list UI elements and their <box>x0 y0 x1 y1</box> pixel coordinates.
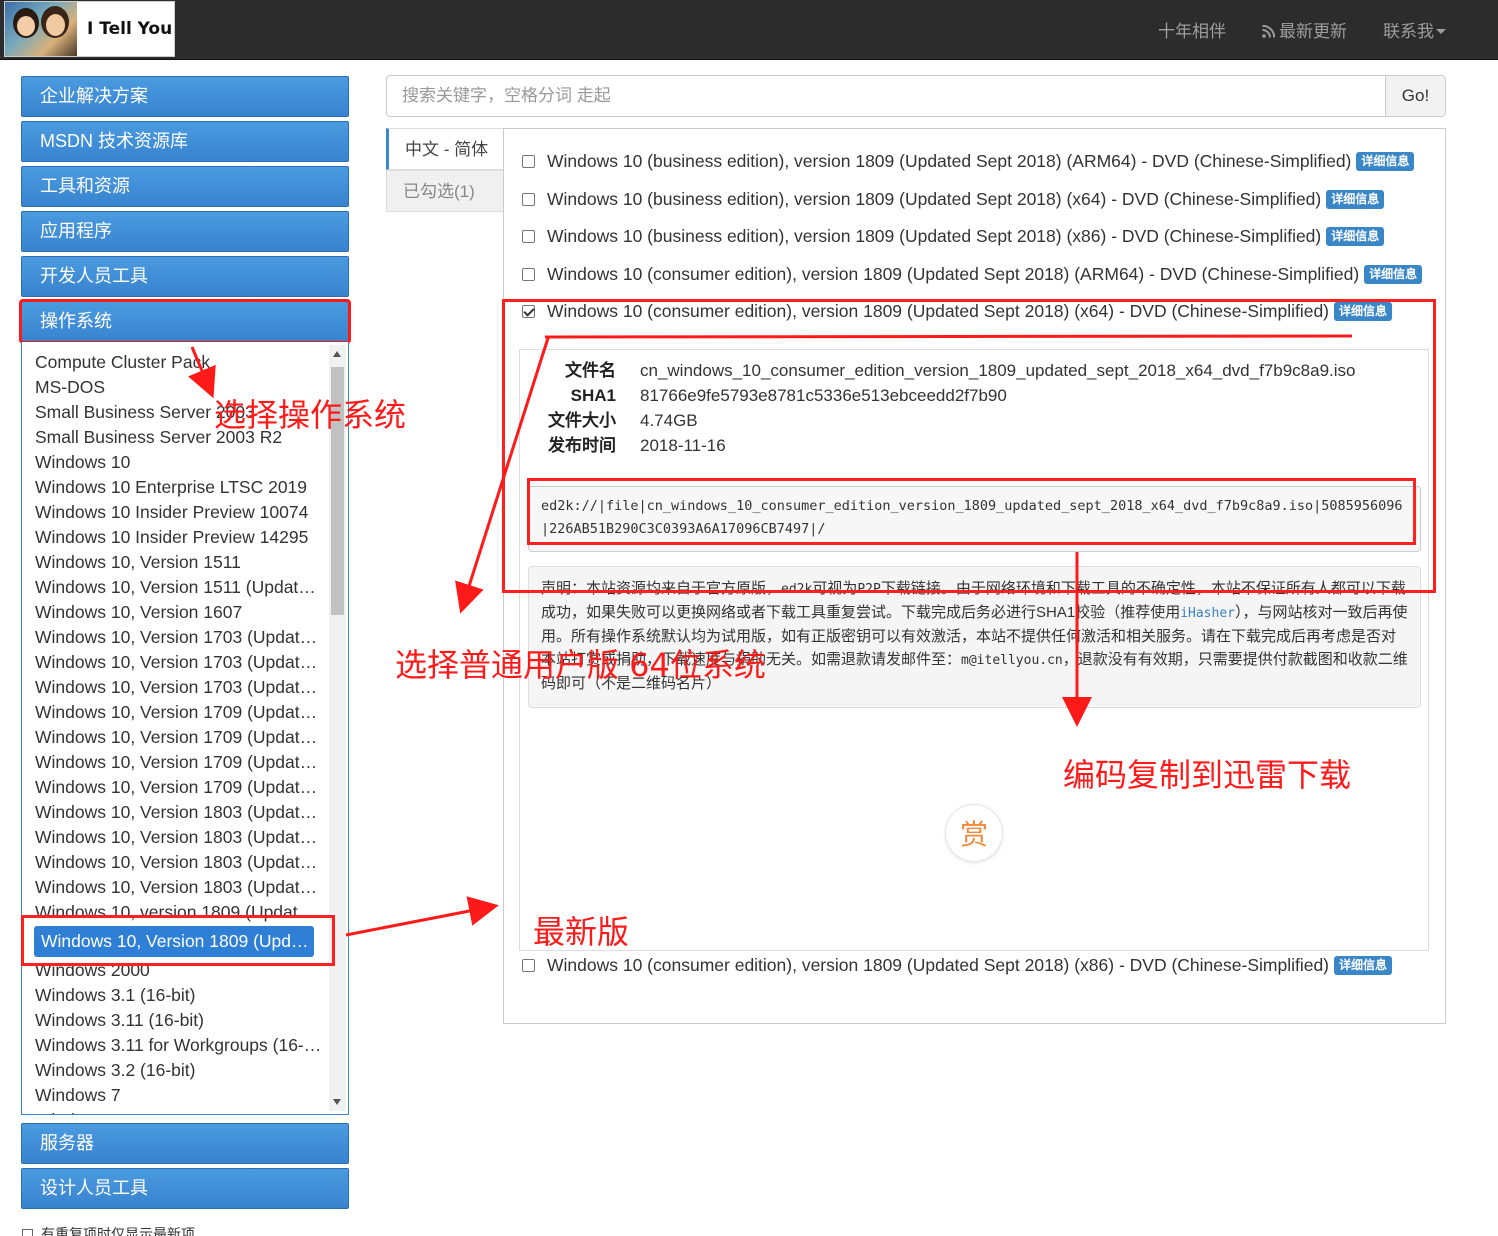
nav-link-contact-label: 联系我 <box>1383 21 1434 41</box>
os-list-item[interactable]: Windows 10, Version 1803 (Updated March … <box>22 800 322 825</box>
detail-info-badge[interactable]: 详细信息 <box>1364 265 1423 284</box>
os-list-item[interactable]: Windows 10, Version 1709 (Updated Nov 20… <box>22 725 322 750</box>
file-label[interactable]: Windows 10 (business edition), version 1… <box>547 189 1321 210</box>
os-list-item[interactable]: Windows 10 Enterprise LTSC 2019 <box>22 475 322 500</box>
file-checkbox[interactable] <box>522 230 535 243</box>
os-list-item[interactable]: Windows 10, Version 1703 (Updated March … <box>22 625 322 650</box>
scroll-down-icon[interactable] <box>333 1099 341 1105</box>
os-list-item[interactable]: Windows 10, Version 1703 (Updated June 2… <box>22 650 322 675</box>
file-checkbox[interactable] <box>522 959 535 972</box>
detail-info-badge[interactable]: 详细信息 <box>1334 956 1393 975</box>
file-row[interactable]: Windows 10 (business edition), version 1… <box>522 189 1385 210</box>
os-list-item[interactable]: Windows 3.2 (16-bit) <box>22 1058 322 1083</box>
os-list-item[interactable]: Windows 10, Version 1607 <box>22 600 322 625</box>
os-list-item[interactable]: Windows 10, Version 1511 (Updated Feb 20… <box>22 575 322 600</box>
os-list-item[interactable]: Windows 3.1 (16-bit) <box>22 983 322 1008</box>
os-list-item[interactable]: Windows 10, Version 1803 (Updated Aug 20… <box>22 875 322 900</box>
scroll-up-icon[interactable] <box>333 351 341 357</box>
file-row[interactable]: Windows 10 (business edition), version 1… <box>522 226 1385 247</box>
tab-chinese-simplified[interactable]: 中文 - 简体 <box>386 128 504 170</box>
file-label[interactable]: Windows 10 (consumer edition), version 1… <box>547 264 1359 285</box>
os-list-item[interactable]: Windows 10 Insider Preview 14295 <box>22 525 322 550</box>
category-server[interactable]: 服务器 <box>21 1123 349 1164</box>
os-list-item[interactable]: Windows 10, Version 1709 (Updated Dec 20… <box>22 750 322 775</box>
category-msdn[interactable]: MSDN 技术资源库 <box>21 121 349 162</box>
detail-info-badge[interactable]: 详细信息 <box>1326 190 1385 209</box>
caret-down-icon <box>1436 28 1446 34</box>
site-logo[interactable]: I Tell You <box>4 1 175 57</box>
top-navbar: I Tell You 十年相伴 最新更新 联系我 <box>0 0 1498 60</box>
nav-link-decade[interactable]: 十年相伴 <box>1158 17 1226 42</box>
os-list-item[interactable]: Windows 10, Version 1511 <box>22 550 322 575</box>
annotation-select-consumer: 选择普通用户版 64位系统 <box>395 646 766 684</box>
file-checkbox[interactable] <box>522 268 535 281</box>
rss-icon <box>1262 24 1275 38</box>
file-label[interactable]: Windows 10 (business edition), version 1… <box>547 226 1321 247</box>
file-row[interactable]: Windows 10 (business edition), version 1… <box>522 151 1415 172</box>
os-items: Compute Cluster Pack MS-DOS Small Business… <box>22 342 348 1114</box>
category-apps[interactable]: 应用程序 <box>21 211 349 252</box>
nav-link-contact[interactable]: 联系我 <box>1383 17 1446 42</box>
file-checkbox[interactable] <box>522 155 535 168</box>
os-list-item[interactable]: Windows 8 <box>22 1108 322 1114</box>
file-label[interactable]: Windows 10 (consumer edition), version 1… <box>547 955 1329 976</box>
nav-link-latest[interactable]: 最新更新 <box>1262 17 1347 42</box>
category-tools[interactable]: 工具和资源 <box>21 166 349 207</box>
dedupe-option[interactable]: 有重复项时仅显示最新项 <box>22 1224 195 1236</box>
go-button[interactable]: Go! <box>1385 76 1445 116</box>
category-enterprise[interactable]: 企业解决方案 <box>21 76 349 117</box>
nav-link-latest-label: 最新更新 <box>1279 21 1347 41</box>
os-list-scrollbar[interactable] <box>329 345 346 1111</box>
os-list-item[interactable]: Windows 10, Version 1703 (Updated July 2… <box>22 675 322 700</box>
sidebar: 企业解决方案 MSDN 技术资源库 工具和资源 应用程序 开发人员工具 操作系统… <box>19 76 351 1213</box>
category-os[interactable]: 操作系统 <box>19 299 351 344</box>
detail-info-badge[interactable]: 详细信息 <box>1356 152 1415 171</box>
annotation-latest: 最新版 <box>533 913 630 951</box>
dedupe-checkbox[interactable] <box>22 1229 33 1236</box>
annotation-select-os: 选择操作系统 <box>214 396 407 434</box>
os-list-item[interactable]: Windows 7 <box>22 1083 322 1108</box>
annotation-box-selected-file <box>502 299 1436 593</box>
os-list-item[interactable]: Windows 10, Version 1803 (Updated May 20… <box>22 825 322 850</box>
nav-links: 十年相伴 最新更新 联系我 <box>1158 0 1446 58</box>
os-list-item[interactable]: Windows 3.11 for Workgroups (16-bit) <box>22 1033 322 1058</box>
reward-button[interactable]: 赏 <box>945 804 1003 862</box>
os-list-item[interactable]: Windows 10, Version 1803 (Updated July 2… <box>22 850 322 875</box>
os-list-item[interactable]: Windows 10, Version 1709 (Updated Jan 20… <box>22 775 322 800</box>
file-label[interactable]: Windows 10 (business edition), version 1… <box>547 151 1351 172</box>
email-text: m@itellyou.cn <box>961 653 1063 668</box>
annotation-box-latest-os <box>21 915 335 966</box>
os-list-item[interactable]: Windows 10, Version 1709 (Updated Sept 2… <box>22 700 322 725</box>
search-bar: Go! <box>386 75 1446 117</box>
os-list-item[interactable]: Windows 10 Insider Preview 10074 <box>22 500 322 525</box>
os-list-item[interactable]: Windows 10 <box>22 450 322 475</box>
os-list-item[interactable]: Windows 3.11 (16-bit) <box>22 1008 322 1033</box>
tab-checked[interactable]: 已勾选(1) <box>386 170 504 212</box>
file-row[interactable]: Windows 10 (consumer edition), version 1… <box>522 264 1423 285</box>
logo-photo <box>5 2 77 56</box>
detail-info-badge[interactable]: 详细信息 <box>1326 227 1385 246</box>
category-devtools[interactable]: 开发人员工具 <box>21 256 349 297</box>
annotation-box-ed2k <box>527 478 1416 545</box>
os-list: Compute Cluster Pack MS-DOS Small Business… <box>21 342 349 1115</box>
brand-title: I Tell You <box>87 19 173 39</box>
os-list-item[interactable]: Compute Cluster Pack <box>22 350 322 375</box>
search-input[interactable] <box>387 76 1385 116</box>
annotation-copy-code: 编码复制到迅雷下载 <box>1063 756 1352 794</box>
category-design[interactable]: 设计人员工具 <box>21 1168 349 1209</box>
ihasher-link[interactable]: iHasher <box>1180 606 1235 621</box>
dedupe-label: 有重复项时仅显示最新项 <box>41 1226 195 1236</box>
file-row[interactable]: Windows 10 (consumer edition), version 1… <box>522 955 1393 976</box>
file-checkbox[interactable] <box>522 193 535 206</box>
